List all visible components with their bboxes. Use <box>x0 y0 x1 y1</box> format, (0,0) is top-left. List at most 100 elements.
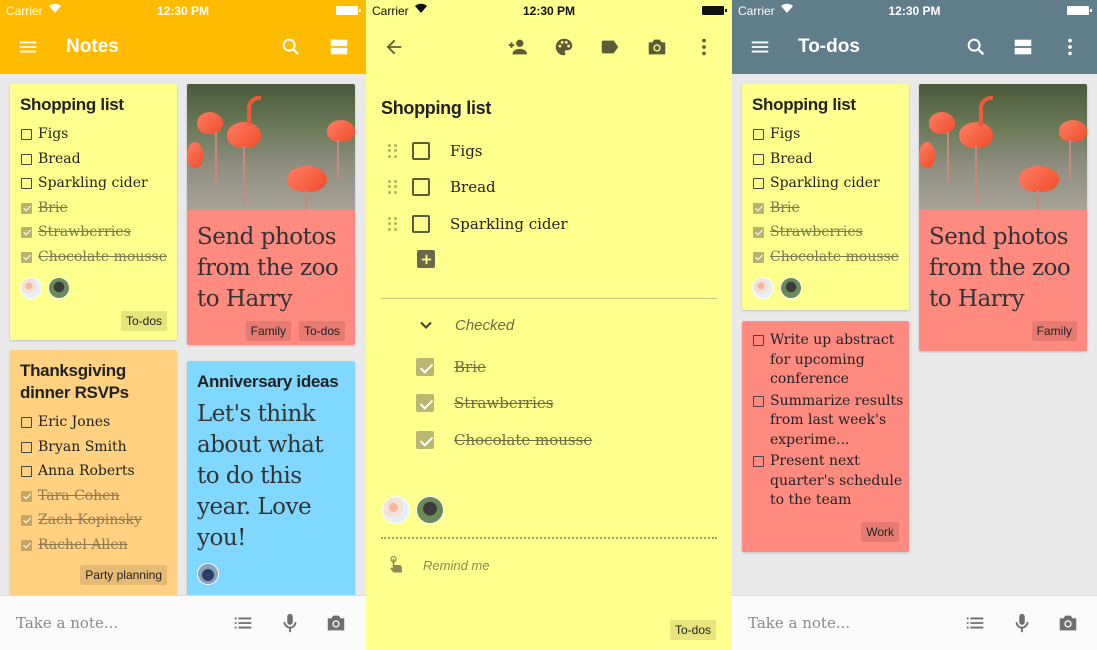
checklist-item[interactable]: Bryan Smith <box>21 435 142 460</box>
label-chip[interactable]: To-dos <box>298 321 345 341</box>
label-chip[interactable]: Family <box>1031 321 1077 341</box>
checklist-item[interactable]: Bread <box>388 176 496 198</box>
checklist-item-checked[interactable]: Brie <box>416 356 486 378</box>
voice-note-button[interactable] <box>276 609 304 637</box>
checklist-item-checked[interactable]: Chocolate mousse <box>416 429 592 451</box>
add-collaborator-button[interactable] <box>503 33 531 61</box>
menu-button[interactable] <box>14 33 42 61</box>
checklist-item-checked[interactable]: Tara Cohen <box>21 484 142 509</box>
take-note-input[interactable]: Take a note... <box>748 614 850 632</box>
photo-note-button[interactable] <box>1054 609 1082 637</box>
checkbox-unchecked[interactable] <box>412 215 430 233</box>
checkbox-unchecked[interactable] <box>412 142 430 160</box>
checklist-item[interactable]: Present next quarter's schedule to the t… <box>753 452 905 511</box>
search-button[interactable] <box>962 33 990 61</box>
checkbox-unchecked[interactable] <box>21 178 32 189</box>
voice-note-button[interactable] <box>1008 609 1036 637</box>
checklist-item[interactable]: Figs <box>388 140 483 162</box>
checkbox-unchecked[interactable] <box>753 153 764 165</box>
checkbox-checked[interactable] <box>21 202 32 214</box>
checkbox-checked[interactable] <box>21 251 32 263</box>
change-color-button[interactable] <box>550 33 578 61</box>
label-chip[interactable]: To-dos <box>120 311 167 331</box>
checklist-item[interactable]: Bread <box>753 147 899 172</box>
checkbox-unchecked[interactable] <box>753 178 764 189</box>
checklist-item-checked[interactable]: Strawberries <box>21 220 167 245</box>
take-note-input[interactable]: Take a note... <box>16 614 118 632</box>
checkbox-checked[interactable] <box>753 227 764 238</box>
menu-button[interactable] <box>746 33 774 61</box>
note-card-shopping-list[interactable]: Shopping list Figs Bread Sparkling cider… <box>10 84 177 340</box>
note-card-thanksgiving[interactable]: Thanksgiving dinner RSVPs Eric Jones Bry… <box>10 350 177 610</box>
checkbox-unchecked[interactable] <box>753 395 764 407</box>
checklist-item-checked[interactable]: Brie <box>753 196 899 221</box>
checklist-item-checked[interactable]: Chocolate mousse <box>753 245 899 270</box>
checkbox-unchecked[interactable] <box>753 456 764 467</box>
label-chip[interactable]: Family <box>245 321 291 341</box>
checkbox-unchecked[interactable] <box>21 441 32 453</box>
checkbox-unchecked[interactable] <box>21 417 32 428</box>
checkbox-unchecked[interactable] <box>412 178 430 196</box>
checklist-item[interactable]: Summarize results from last week's exper… <box>753 392 905 451</box>
add-item-button[interactable] <box>417 250 435 268</box>
checkbox-unchecked[interactable] <box>21 153 32 165</box>
note-card-zoo-photos[interactable]: Send photos from the zoo to Harry Family… <box>187 84 355 345</box>
new-list-button[interactable] <box>961 609 989 637</box>
label-button[interactable] <box>596 33 624 61</box>
status-bar: Carrier 12:30 PM <box>0 0 366 22</box>
checkbox-checked[interactable] <box>753 202 764 214</box>
add-image-button[interactable] <box>643 33 671 61</box>
note-detail-screen: Carrier 12:30 PM Shopping list Figs Brea… <box>366 0 732 650</box>
checkbox-checked[interactable] <box>753 251 764 263</box>
view-toggle-button[interactable] <box>325 33 353 61</box>
drag-handle-icon[interactable] <box>388 180 398 194</box>
new-list-button[interactable] <box>229 609 257 637</box>
view-toggle-button[interactable] <box>1009 33 1037 61</box>
checklist-item-checked[interactable]: Strawberries <box>416 392 553 414</box>
collaborator-avatar[interactable] <box>382 496 410 524</box>
collaborator-avatar[interactable] <box>416 496 444 524</box>
note-card-anniversary[interactable]: Anniversary ideas Let's think about what… <box>187 361 355 611</box>
checkbox-checked[interactable] <box>416 358 434 376</box>
checklist-item[interactable]: Sparkling cider <box>753 171 899 196</box>
checklist-item-checked[interactable]: Brie <box>21 196 167 221</box>
checkbox-checked[interactable] <box>21 490 32 502</box>
checklist-item[interactable]: Sparkling cider <box>388 213 568 235</box>
checklist-item-checked[interactable]: Strawberries <box>753 220 899 245</box>
checklist-item[interactable]: Write up abstract for upcoming conferenc… <box>753 331 905 390</box>
photo-note-button[interactable] <box>322 609 350 637</box>
checklist-item[interactable]: Figs <box>21 122 167 147</box>
checklist-item[interactable]: Sparkling cider <box>21 171 167 196</box>
checkbox-checked[interactable] <box>416 394 434 412</box>
checklist-item[interactable]: Figs <box>753 122 899 147</box>
checklist-item-checked[interactable]: Zach Kopinsky <box>21 508 142 533</box>
note-title[interactable]: Shopping list <box>381 98 491 119</box>
checklist-item[interactable]: Eric Jones <box>21 410 142 435</box>
note-card-work[interactable]: Write up abstract for upcoming conferenc… <box>742 321 909 552</box>
more-options-button[interactable] <box>690 33 718 61</box>
drag-handle-icon[interactable] <box>388 217 398 231</box>
drag-handle-icon[interactable] <box>388 144 398 158</box>
more-options-button[interactable] <box>1056 33 1084 61</box>
checkbox-checked[interactable] <box>21 515 32 526</box>
search-button[interactable] <box>277 33 305 61</box>
checkbox-checked[interactable] <box>416 431 434 449</box>
checkbox-unchecked[interactable] <box>753 129 764 140</box>
checklist-item[interactable]: Anna Roberts <box>21 459 142 484</box>
checkbox-unchecked[interactable] <box>21 466 32 477</box>
note-card-shopping-list[interactable]: Shopping list Figs Bread Sparkling cider… <box>742 84 909 310</box>
checklist-item-checked[interactable]: Rachel Allen <box>21 533 142 558</box>
label-chip[interactable]: Party planning <box>80 565 167 585</box>
checkbox-checked[interactable] <box>21 227 32 238</box>
remind-me-button[interactable]: Remind me <box>386 555 489 575</box>
checked-section-toggle[interactable]: Checked <box>416 315 514 335</box>
checkbox-checked[interactable] <box>21 539 32 551</box>
checkbox-unchecked[interactable] <box>21 129 32 140</box>
label-chip[interactable]: Work <box>861 522 899 542</box>
checkbox-unchecked[interactable] <box>753 335 764 346</box>
checklist-item-checked[interactable]: Chocolate mousse <box>21 245 167 270</box>
note-card-zoo-photos[interactable]: Send photos from the zoo to Harry Family <box>919 84 1087 351</box>
checklist-item[interactable]: Bread <box>21 147 167 172</box>
back-button[interactable] <box>380 33 408 61</box>
label-chip[interactable]: To-dos <box>669 620 716 640</box>
